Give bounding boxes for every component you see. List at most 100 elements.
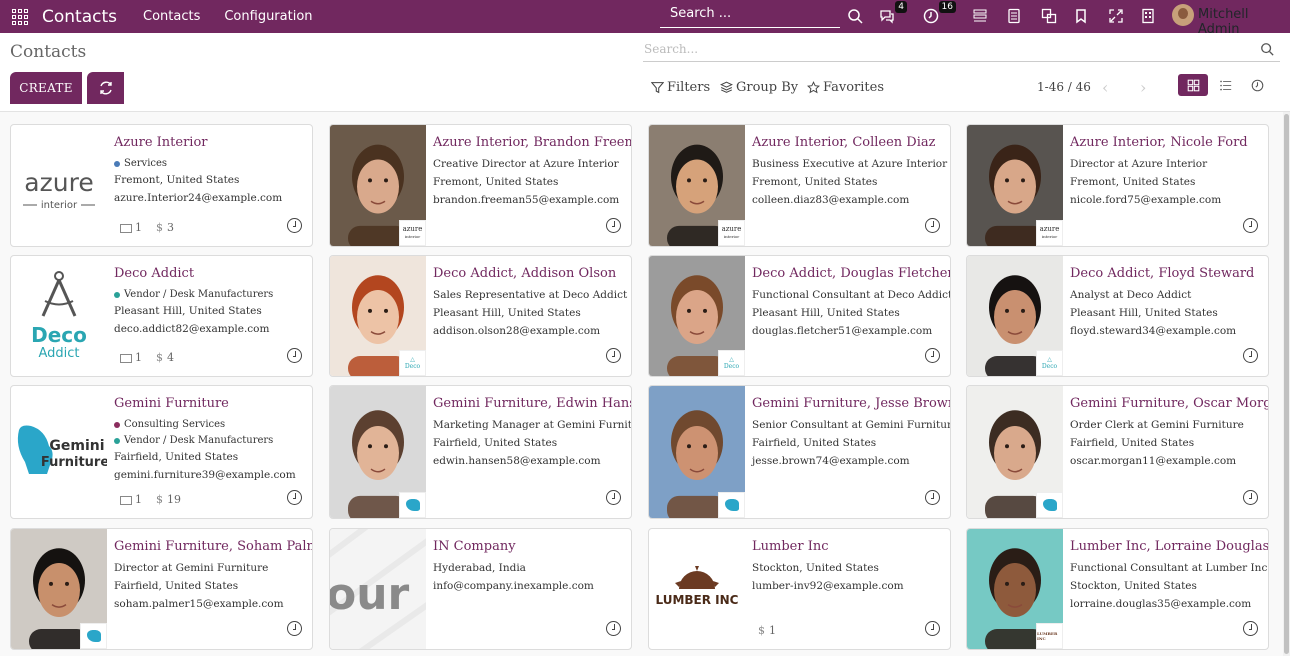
meetings-count[interactable]: 1 <box>120 493 142 506</box>
activity-clock-icon[interactable] <box>287 348 302 363</box>
contact-card[interactable]: △ Deco Deco Addict, Douglas Fletcher Functi… <box>648 255 951 377</box>
navbar-search-input[interactable]: Search ... <box>660 3 840 28</box>
contact-detail: Creative Director at Azure Interior <box>433 158 619 170</box>
contact-card[interactable]: △ Deco Deco Addict, Addison Olson Sales Rep… <box>329 255 632 377</box>
activity-clock-icon[interactable] <box>287 218 302 233</box>
fullscreen-icon[interactable] <box>1106 6 1126 26</box>
contact-name[interactable]: Deco Addict <box>114 266 306 281</box>
pager-previous-icon[interactable]: ‹ <box>1102 78 1108 97</box>
user-avatar[interactable] <box>1172 4 1194 26</box>
tag-label: Consulting Services <box>124 419 226 430</box>
contact-detail: Director at Gemini Furniture <box>114 562 269 574</box>
activity-clock-icon[interactable]: 16 <box>921 1 956 26</box>
activity-clock-icon[interactable] <box>925 490 940 505</box>
activity-clock-icon[interactable] <box>1243 348 1258 363</box>
list-view-button[interactable] <box>1210 74 1240 96</box>
menu-contacts[interactable]: Contacts <box>143 9 200 24</box>
contact-name[interactable]: Deco Addict, Addison Olson <box>433 266 625 281</box>
kanban-view: azure interior Azure Interior Services Fremo… <box>0 112 1290 656</box>
contact-detail: Fremont, United States <box>114 174 240 186</box>
activity-clock-icon[interactable] <box>925 218 940 233</box>
meetings-count[interactable]: 1 <box>120 221 142 234</box>
activity-clock-icon[interactable] <box>606 621 621 636</box>
contact-card[interactable]: azure interior Azure Interior, Colleen Dia… <box>648 124 951 247</box>
contact-email: oscar.morgan11@example.com <box>1070 455 1237 467</box>
company-mini-logo <box>1036 492 1063 518</box>
contact-card[interactable]: LUMBER INC Lumber Inc Stockton, United Sta… <box>648 528 951 650</box>
contact-name[interactable]: Azure Interior, Nicole Ford <box>1070 135 1262 150</box>
contact-name[interactable]: Lumber Inc, Lorraine Douglas <box>1070 539 1268 554</box>
kanban-view-button[interactable] <box>1178 74 1208 96</box>
contact-card[interactable]: LUMBER INC Lumber Inc, Lorraine Douglas Fu… <box>966 528 1269 650</box>
activity-clock-icon[interactable] <box>925 621 940 636</box>
contact-card[interactable]: azure interior Azure Interior, Brandon Fre… <box>329 124 632 247</box>
sales-count[interactable]: $19 <box>156 493 181 506</box>
meetings-count[interactable]: 1 <box>120 351 142 364</box>
search-icon[interactable] <box>1260 42 1274 56</box>
messages-icon[interactable]: 4 <box>877 1 907 26</box>
contact-name[interactable]: Gemini Furniture, Soham Palmer <box>114 539 312 554</box>
contact-detail: Hyderabad, India <box>433 562 526 574</box>
refresh-button[interactable] <box>87 72 124 104</box>
contact-name[interactable]: Gemini Furniture <box>114 396 306 411</box>
contact-name[interactable]: Deco Addict, Floyd Steward <box>1070 266 1262 281</box>
contact-card[interactable]: our IN Company Hyderabad, India info@compan… <box>329 528 632 650</box>
menu-configuration[interactable]: Configuration <box>224 9 312 24</box>
contact-card[interactable]: Gemini Furniture, Soham Palmer Director a… <box>10 528 313 650</box>
contact-name[interactable]: Azure Interior, Colleen Diaz <box>752 135 944 150</box>
contact-card[interactable]: Gemini Furniture, Oscar Morgan Order Cler… <box>966 385 1269 519</box>
contact-card[interactable]: Gemini Furniture, Jesse Brown Senior Cons… <box>648 385 951 519</box>
contact-name[interactable]: Deco Addict, Douglas Fletcher <box>752 266 950 281</box>
create-button[interactable]: CREATE <box>10 72 82 104</box>
pager-next-icon[interactable]: › <box>1140 78 1146 97</box>
pager-value[interactable]: 1-46 / 46 <box>1037 80 1091 94</box>
group-by-button[interactable]: Group By <box>720 80 798 95</box>
contact-card[interactable]: Gemini Furniture, Edwin Hansen Marketing … <box>329 385 632 519</box>
search-input[interactable]: Search... <box>643 40 1280 62</box>
contact-name[interactable]: Lumber Inc <box>752 539 944 554</box>
contact-email: azure.Interior24@example.com <box>114 192 283 204</box>
activity-clock-icon[interactable] <box>287 621 302 636</box>
filters-button[interactable]: Filters <box>651 80 710 95</box>
calculator-icon[interactable] <box>1004 6 1024 26</box>
contact-email: colleen.diaz83@example.com <box>752 194 910 206</box>
list-layout-icon[interactable] <box>970 6 990 26</box>
search-icon[interactable] <box>845 6 865 26</box>
building-icon[interactable] <box>1138 6 1158 26</box>
sales-count[interactable]: $4 <box>156 351 174 364</box>
sales-count[interactable]: $1 <box>758 624 776 637</box>
activity-clock-icon[interactable] <box>1243 621 1258 636</box>
contact-name[interactable]: Azure Interior, Brandon Freeman <box>433 135 631 150</box>
contact-card[interactable]: azure interior Azure Interior Services Fremo… <box>10 124 313 247</box>
company-mini-logo: azure interior <box>718 220 745 246</box>
translate-icon[interactable] <box>1039 6 1059 26</box>
activity-clock-icon[interactable] <box>606 490 621 505</box>
contact-card[interactable]: Gemini Furniture Gemini Furniture Consultin… <box>10 385 313 519</box>
sales-count[interactable]: $3 <box>156 221 174 234</box>
activity-clock-icon[interactable] <box>925 348 940 363</box>
app-brand[interactable]: Contacts <box>42 7 117 27</box>
contact-detail: Fremont, United States <box>1070 176 1196 188</box>
activity-clock-icon[interactable] <box>287 490 302 505</box>
contact-detail: Stockton, United States <box>752 562 879 574</box>
activity-clock-icon[interactable] <box>1243 490 1258 505</box>
activity-clock-icon[interactable] <box>1243 218 1258 233</box>
contact-name[interactable]: Azure Interior <box>114 135 306 150</box>
contact-card[interactable]: azure interior Azure Interior, Nicole Ford… <box>966 124 1269 247</box>
bookmark-icon[interactable] <box>1071 6 1091 26</box>
favorites-button[interactable]: Favorites <box>807 80 884 95</box>
contact-card[interactable]: △ Deco Deco Addict, Floyd Steward Analyst a… <box>966 255 1269 377</box>
meetings-icon <box>120 495 132 505</box>
scrollbar[interactable] <box>1283 112 1290 656</box>
activity-clock-icon[interactable] <box>606 348 621 363</box>
user-name[interactable]: Mitchell Admin <box>1198 7 1290 37</box>
contact-detail: Order Clerk at Gemini Furniture <box>1070 419 1244 431</box>
contact-name[interactable]: Gemini Furniture, Edwin Hansen <box>433 396 631 411</box>
contact-card[interactable]: Deco Addict Deco Addict Vendor / Desk Manuf… <box>10 255 313 377</box>
activity-view-button[interactable] <box>1242 74 1272 96</box>
activity-clock-icon[interactable] <box>606 218 621 233</box>
contact-name[interactable]: Gemini Furniture, Jesse Brown <box>752 396 950 411</box>
apps-menu-icon[interactable] <box>0 0 40 33</box>
contact-name[interactable]: IN Company <box>433 539 625 554</box>
contact-name[interactable]: Gemini Furniture, Oscar Morgan <box>1070 396 1268 411</box>
